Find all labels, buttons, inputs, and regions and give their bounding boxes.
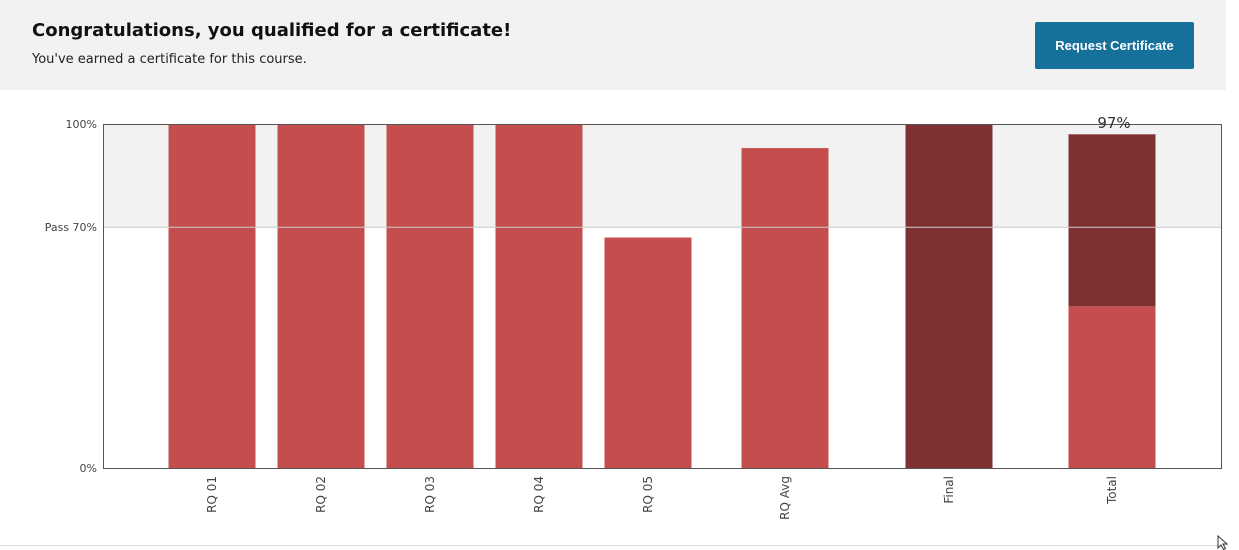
x-tick-label: RQ 01: [205, 476, 219, 513]
x-tick-label: RQ Avg: [778, 476, 792, 520]
x-tick-label: RQ 02: [314, 476, 328, 513]
bar-rq-04[interactable]: [495, 124, 583, 468]
total-value-label: 97%: [1097, 114, 1130, 132]
bar-rq-02[interactable]: [277, 124, 365, 468]
bar-final[interactable]: [905, 124, 993, 468]
y-tick-label: 0%: [80, 462, 97, 475]
x-tick-label: RQ 03: [423, 476, 437, 513]
y-tick-label: 100%: [66, 118, 97, 131]
pass-zone-band: [103, 124, 1222, 228]
bottom-divider: [0, 545, 1226, 546]
bar-total-segment-1[interactable]: [1068, 306, 1156, 468]
bar-rq-03[interactable]: [386, 124, 474, 468]
bar-rq-avg[interactable]: [741, 148, 829, 468]
y-tick-label: Pass 70%: [45, 221, 97, 234]
bar-rq-05[interactable]: [604, 237, 692, 468]
x-tick-label: Total: [1105, 476, 1119, 505]
x-tick-label: Final: [942, 476, 956, 504]
mouse-cursor-icon: [1217, 535, 1229, 550]
x-tick-label: RQ 04: [532, 476, 546, 513]
bar-rq-01[interactable]: [168, 124, 256, 468]
grades-bar-chart: 100% Pass 70% 0% RQ 01 RQ 02 RQ 03 RQ 04 RQ 05 R…: [45, 114, 1222, 520]
x-tick-label: RQ 05: [641, 476, 655, 513]
bar-total-segment-2[interactable]: [1068, 134, 1156, 307]
